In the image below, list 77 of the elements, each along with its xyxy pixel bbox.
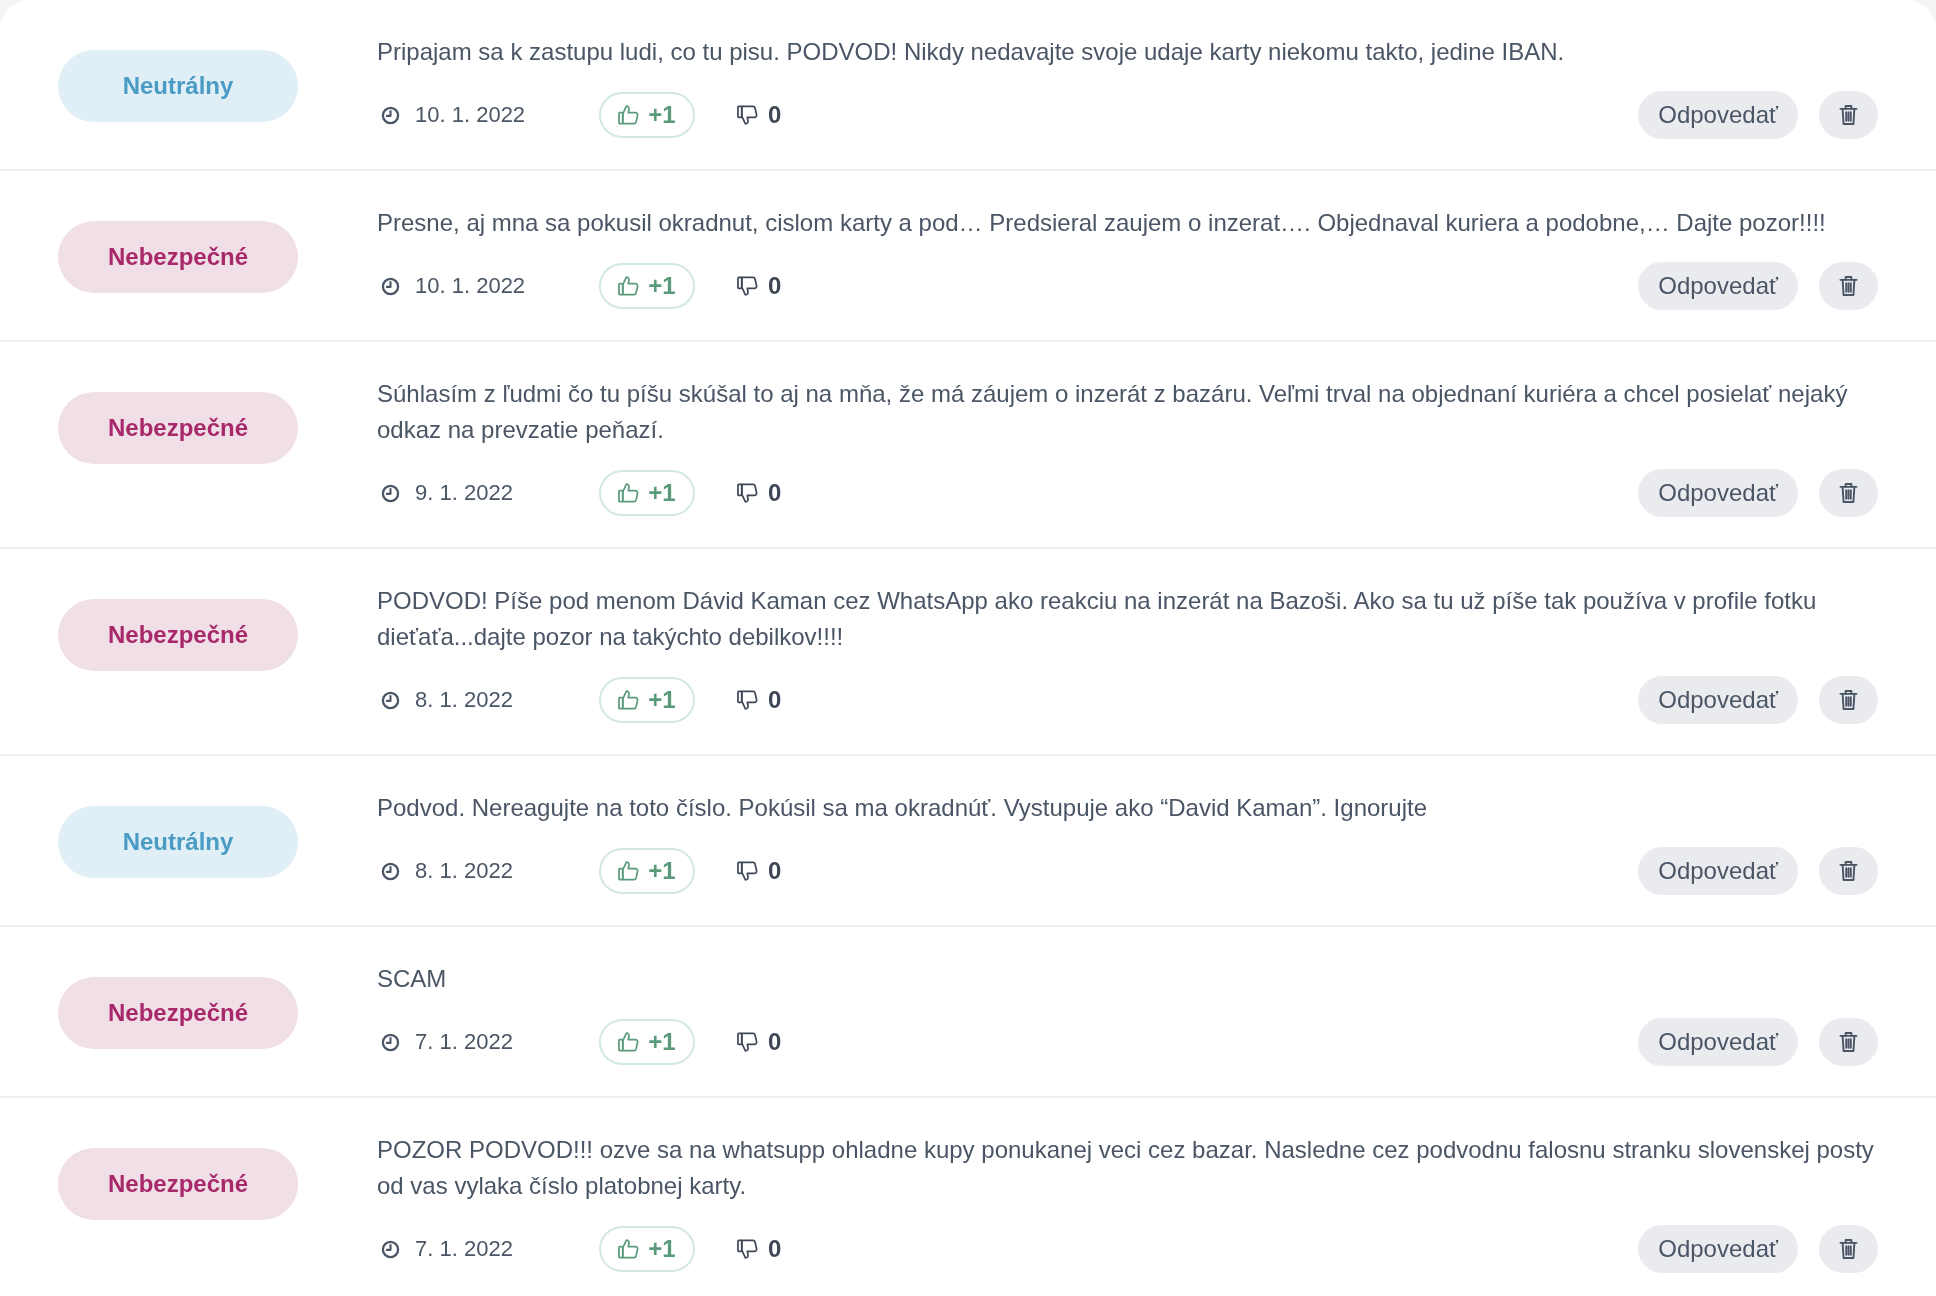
- thumbs-up-icon: [618, 1238, 640, 1260]
- delete-button[interactable]: [1819, 676, 1878, 724]
- reply-button[interactable]: Odpovedať: [1638, 1018, 1798, 1066]
- comment-text: Súhlasím z ľudmi čo tu píšu skúšal to aj na mňa, že má záujem o inzerát z bazáru. Veľmi trval na objednaní kuriéra a chcel posielať nejaký odkaz na prevzatie peňazí.: [377, 379, 1849, 445]
- comment-text: POZOR PODVOD!!! ozve sa na whatsupp ohladne kupy ponukanej veci cez bazar. Nasledne cez podvodnu falosnu stranku slovenskej posty od vas vylaka číslo platobnej karty.: [377, 1135, 1875, 1201]
- trash-icon: [1839, 482, 1858, 504]
- reply-button[interactable]: Odpovedať: [1638, 676, 1798, 724]
- delete-button[interactable]: [1819, 262, 1878, 310]
- rating-badge: Nebezpečné: [58, 599, 298, 671]
- comment-text: SCAM: [377, 964, 448, 994]
- thumbs-down-icon: [737, 1238, 758, 1260]
- clock-icon: [381, 276, 400, 296]
- dislike-button[interactable]: 0: [737, 686, 782, 714]
- reply-button[interactable]: Odpovedať: [1638, 469, 1798, 517]
- dislike-button[interactable]: 0: [737, 857, 782, 885]
- trash-icon: [1839, 104, 1858, 126]
- trash-icon: [1839, 689, 1858, 711]
- comment-date: 7. 1. 2022: [415, 1029, 513, 1055]
- like-button[interactable]: +1: [599, 263, 695, 309]
- thumbs-up-icon: [618, 1031, 640, 1053]
- thumbs-up-icon: [618, 104, 640, 126]
- comment-text: Pripajam sa k zastupu ludi, co tu pisu. PODVOD! Nikdy nedavajte svoje udaje karty niekomu takto, jedine IBAN.: [377, 37, 1566, 67]
- clock-icon: [381, 1032, 400, 1052]
- dislike-button[interactable]: 0: [737, 1028, 782, 1056]
- rating-badge: Nebezpečné: [58, 977, 298, 1049]
- comment-date: 8. 1. 2022: [415, 687, 513, 713]
- rating-badge: Neutrálny: [58, 806, 298, 878]
- clock-icon: [381, 105, 400, 125]
- clock-icon: [381, 861, 400, 881]
- rating-badge: Nebezpečné: [58, 221, 298, 293]
- rating-badge: Nebezpečné: [58, 1148, 298, 1220]
- comment-date: 9. 1. 2022: [415, 480, 513, 506]
- thumbs-down-icon: [737, 104, 758, 126]
- thumbs-down-icon: [737, 1031, 758, 1053]
- reply-button[interactable]: Odpovedať: [1638, 1225, 1798, 1273]
- rating-badge: Nebezpečné: [58, 392, 298, 464]
- comment-date: 10. 1. 2022: [415, 102, 526, 128]
- trash-icon: [1839, 860, 1858, 882]
- like-button[interactable]: +1: [599, 92, 695, 138]
- delete-button[interactable]: [1819, 469, 1878, 517]
- trash-icon: [1839, 275, 1858, 297]
- thumbs-down-icon: [737, 275, 758, 297]
- comment-date: 10. 1. 2022: [415, 273, 526, 299]
- comment-text: Podvod. Nereagujte na toto číslo. Pokúsil sa ma okradnúť. Vystupuje ako “David Kaman”. Ignorujte: [377, 793, 1428, 823]
- clock-icon: [381, 483, 400, 503]
- clock-icon: [381, 690, 400, 710]
- thumbs-up-icon: [618, 482, 640, 504]
- comment-text: PODVOD! Píše pod menom Dávid Kaman cez WhatsApp ako reakciu na inzerát na Bazoši. Ako sa tu už píše tak používa v profile fotku dieťaťa...dajte pozor na takýchto debilkov!!!!: [377, 586, 1818, 652]
- clock-icon: [381, 1239, 400, 1259]
- dislike-button[interactable]: 0: [737, 479, 782, 507]
- like-button[interactable]: +1: [599, 470, 695, 516]
- like-button[interactable]: +1: [599, 848, 695, 894]
- dislike-button[interactable]: 0: [737, 272, 782, 300]
- thumbs-down-icon: [737, 482, 758, 504]
- reply-button[interactable]: Odpovedať: [1638, 262, 1798, 310]
- like-button[interactable]: +1: [599, 677, 695, 723]
- comment-date: 8. 1. 2022: [415, 858, 513, 884]
- comment-date: 7. 1. 2022: [415, 1236, 513, 1262]
- reply-button[interactable]: Odpovedať: [1638, 847, 1798, 895]
- thumbs-up-icon: [618, 860, 640, 882]
- reply-button[interactable]: Odpovedať: [1638, 91, 1798, 139]
- dislike-button[interactable]: 0: [737, 1235, 782, 1263]
- thumbs-up-icon: [618, 689, 640, 711]
- delete-button[interactable]: [1819, 1225, 1878, 1273]
- dislike-button[interactable]: 0: [737, 101, 782, 129]
- rating-badge: Neutrálny: [58, 50, 298, 122]
- thumbs-down-icon: [737, 689, 758, 711]
- delete-button[interactable]: [1819, 91, 1878, 139]
- trash-icon: [1839, 1238, 1858, 1260]
- thumbs-up-icon: [618, 275, 640, 297]
- delete-button[interactable]: [1819, 847, 1878, 895]
- comment-text: Presne, aj mna sa pokusil okradnut, cislom karty a pod… Predsieral zaujem o inzerat…. Objednaval kuriera a podobne,… Dajte pozor!!!!: [377, 208, 1827, 238]
- like-button[interactable]: +1: [599, 1226, 695, 1272]
- trash-icon: [1839, 1031, 1858, 1053]
- like-button[interactable]: +1: [599, 1019, 695, 1065]
- thumbs-down-icon: [737, 860, 758, 882]
- delete-button[interactable]: [1819, 1018, 1878, 1066]
